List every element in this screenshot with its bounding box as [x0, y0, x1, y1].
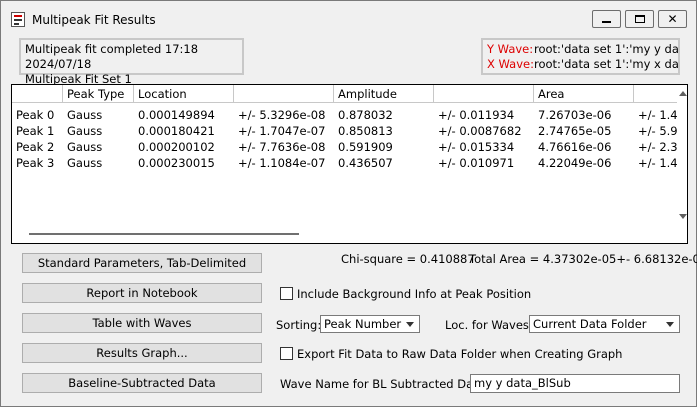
x-wave-row: X Wave:root:'data set 1':'my x data' [487, 57, 678, 72]
fit-status-line: Multipeak fit completed 17:18 2024/07/18 [25, 42, 199, 71]
loc-for-waves-label: Loc. for Waves: [445, 318, 533, 332]
sorting-label: Sorting: [276, 318, 322, 332]
cell-location-error: +/- 7.7636e-08 [238, 140, 326, 154]
col-header-amplitude-error[interactable] [434, 85, 534, 103]
sorting-select[interactable]: Peak Number [320, 315, 420, 333]
cell-location: 0.000180421 [138, 124, 215, 138]
col-header-peak[interactable] [12, 85, 63, 103]
cell-area: 4.22049e-06 [538, 156, 612, 170]
scroll-up-icon[interactable] [679, 91, 687, 96]
x-wave-value: root:'data set 1':'my x data' [534, 57, 680, 71]
table-row[interactable]: Peak 2 Gauss 0.000200102 +/- 7.7636e-08 … [12, 139, 677, 155]
col-header-area[interactable]: Area [534, 85, 634, 103]
cell-location-error: +/- 1.1084e-07 [238, 156, 326, 170]
minimize-button[interactable] [592, 10, 621, 28]
results-table[interactable]: Peak Type Location Amplitude Area Peak 0… [11, 84, 688, 244]
cell-amplitude: 0.591909 [338, 140, 393, 154]
y-wave-label: Y Wave: [487, 42, 534, 56]
loc-for-waves-value: Current Data Folder [533, 317, 647, 331]
chi-square-readout: Chi-square = 0.410887 [341, 252, 475, 266]
cell-peak: Peak 2 [16, 140, 55, 154]
cell-amplitude: 0.436507 [338, 156, 393, 170]
cell-peak-type: Gauss [67, 140, 103, 154]
report-in-notebook-button[interactable]: Report in Notebook [22, 283, 262, 303]
cell-amplitude-error: +/- 0.015334 [438, 140, 515, 154]
export-fit-data-checkbox[interactable] [280, 347, 293, 360]
cell-peak-type: Gauss [67, 108, 103, 122]
wave-name-label: Wave Name for BL Subtracted Data: [280, 377, 489, 391]
close-icon: ✕ [667, 12, 678, 26]
minimize-icon [602, 21, 611, 23]
wave-name-input[interactable]: my y data_BlSub [470, 374, 680, 393]
y-wave-value: root:'data set 1':'my y data' [534, 42, 680, 56]
cell-amplitude-error: +/- 0.011934 [438, 108, 515, 122]
cell-peak-type: Gauss [67, 156, 103, 170]
cell-location-error: +/- 5.3296e-08 [238, 108, 326, 122]
cell-area: 4.76616e-06 [538, 140, 612, 154]
results-graph-button[interactable]: Results Graph... [22, 343, 262, 363]
col-header-area-error[interactable] [634, 85, 677, 103]
table-with-waves-button[interactable]: Table with Waves [22, 313, 262, 333]
col-header-location[interactable]: Location [134, 85, 234, 103]
cell-peak: Peak 3 [16, 156, 55, 170]
cell-area: 7.26703e-06 [538, 108, 612, 122]
cell-amplitude-error: +/- 0.0087682 [438, 124, 522, 138]
cell-peak: Peak 0 [16, 108, 55, 122]
table-row[interactable]: Peak 3 Gauss 0.000230015 +/- 1.1084e-07 … [12, 155, 677, 171]
title-bar[interactable]: Multipeak Fit Results ✕ [1, 1, 696, 37]
cell-area-error: +/- 1.4 [638, 156, 677, 170]
wave-info-box: Y Wave:root:'data set 1':'my y data' X W… [481, 38, 680, 75]
cell-location: 0.000200102 [138, 140, 215, 154]
table-row[interactable]: Peak 1 Gauss 0.000180421 +/- 1.7047e-07 … [12, 123, 677, 139]
cell-amplitude: 0.850813 [338, 124, 393, 138]
cell-location: 0.000149894 [138, 108, 215, 122]
loc-for-waves-select[interactable]: Current Data Folder [529, 315, 680, 333]
cell-peak: Peak 1 [16, 124, 55, 138]
table-app-icon [11, 12, 25, 27]
cell-location-error: +/- 1.7047e-07 [238, 124, 326, 138]
cell-area: 2.74765e-05 [538, 124, 612, 138]
cell-area-error: +/- 1.4 [638, 108, 677, 122]
x-wave-label: X Wave: [487, 57, 534, 71]
close-button[interactable]: ✕ [658, 10, 687, 28]
maximize-button[interactable] [625, 10, 654, 28]
cell-area-error: +/- 2.3 [638, 140, 677, 154]
sorting-value: Peak Number [324, 317, 402, 331]
cell-location: 0.000230015 [138, 156, 215, 170]
vertical-scrollbar[interactable] [677, 85, 687, 243]
include-background-checkbox[interactable] [280, 287, 293, 300]
table-row[interactable]: Peak 0 Gauss 0.000149894 +/- 5.3296e-08 … [12, 107, 677, 123]
cell-peak-type: Gauss [67, 124, 103, 138]
col-header-peak-type[interactable]: Peak Type [63, 85, 134, 103]
baseline-subtracted-data-button[interactable]: Baseline-Subtracted Data [22, 373, 262, 393]
standard-parameters-button[interactable]: Standard Parameters, Tab-Delimited [22, 253, 262, 273]
total-area-readout: Total Area = 4.37302e-05+- 6.68132e-07 [469, 252, 697, 266]
window-title: Multipeak Fit Results [32, 13, 156, 27]
chevron-down-icon [406, 322, 414, 327]
col-header-amplitude[interactable]: Amplitude [334, 85, 434, 103]
y-wave-row: Y Wave:root:'data set 1':'my y data' [487, 42, 678, 57]
export-fit-data-label: Export Fit Data to Raw Data Folder when … [297, 347, 623, 361]
include-background-label: Include Background Info at Peak Position [297, 287, 532, 301]
chevron-down-icon [666, 322, 674, 327]
fit-status-box: Multipeak fit completed 17:18 2024/07/18… [19, 38, 244, 86]
cell-area-error: +/- 5.9 [638, 124, 677, 138]
maximize-icon [635, 15, 645, 23]
cell-amplitude: 0.878032 [338, 108, 393, 122]
cell-amplitude-error: +/- 0.010971 [438, 156, 515, 170]
multipeak-fit-results-window: Multipeak Fit Results ✕ Multipeak fit co… [0, 0, 697, 407]
horizontal-scrollbar-thumb[interactable] [29, 233, 299, 235]
scroll-down-icon[interactable] [679, 214, 687, 219]
table-header: Peak Type Location Amplitude Area [12, 85, 677, 103]
col-header-location-error[interactable] [234, 85, 334, 103]
